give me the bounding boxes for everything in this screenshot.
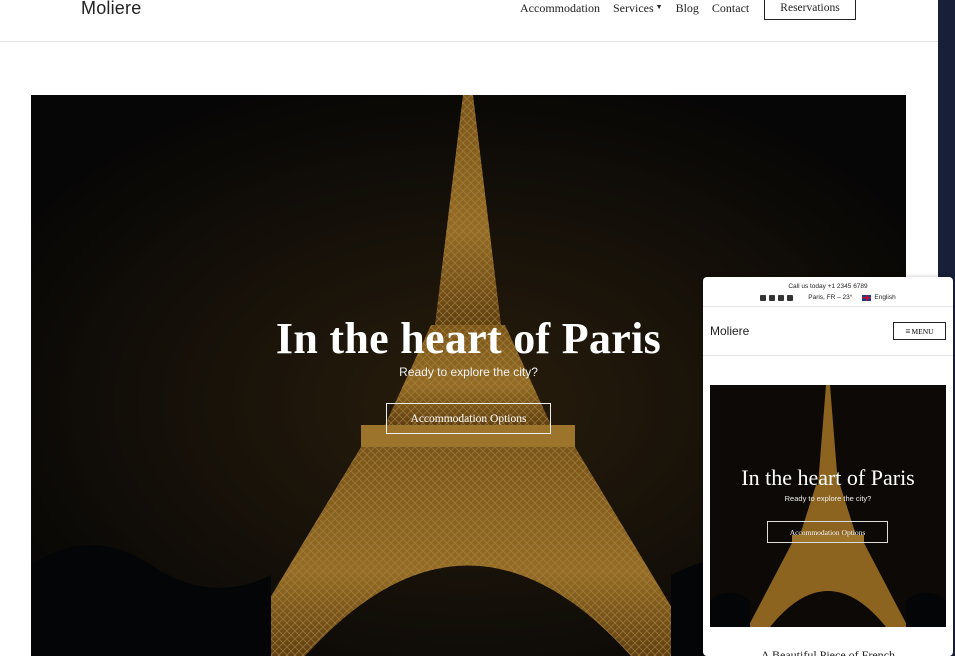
mobile-info-row: Paris, FR – 23° English xyxy=(703,294,953,301)
chevron-down-icon: ▼ xyxy=(655,3,663,11)
twitter-icon[interactable] xyxy=(769,294,776,301)
mobile-menu-label: MENU xyxy=(911,326,934,336)
mobile-social-links xyxy=(760,294,796,301)
mobile-menu-button[interactable]: ≡ MENU xyxy=(893,322,946,340)
mobile-preview: Call us today +1 2345 6789 Paris, FR – 2… xyxy=(703,277,953,656)
nav-contact[interactable]: Contact xyxy=(712,1,749,16)
site-logo[interactable]: Moliere xyxy=(81,0,141,19)
hamburger-icon: ≡ xyxy=(905,326,911,336)
mobile-hero-subtitle: Ready to explore the city? xyxy=(784,494,872,503)
mobile-header: Moliere ≡ MENU xyxy=(703,308,953,356)
nav-services[interactable]: Services ▼ xyxy=(613,1,663,16)
uk-flag-icon xyxy=(862,294,872,301)
mobile-topbar: Call us today +1 2345 6789 Paris, FR – 2… xyxy=(703,277,953,307)
mobile-hero-title: In the heart of Paris xyxy=(741,465,915,490)
nav-services-label: Services xyxy=(612,1,654,15)
mobile-logo[interactable]: Moliere xyxy=(710,324,749,338)
nav-blog[interactable]: Blog xyxy=(676,1,699,16)
main-nav: Accommodation Services ▼ Blog Contact xyxy=(520,1,762,16)
mobile-call-text[interactable]: Call us today +1 2345 6789 xyxy=(703,283,953,290)
mobile-accommodation-button[interactable]: Accommodation Options xyxy=(767,521,888,543)
nav-accommodation[interactable]: Accommodation xyxy=(520,1,600,16)
reservations-button[interactable]: Reservations xyxy=(764,0,856,20)
instagram-icon[interactable] xyxy=(778,294,785,301)
mobile-hero-overlay xyxy=(710,385,946,627)
mobile-hero: In the heart of Paris Ready to explore t… xyxy=(710,385,946,627)
mobile-section-heading: A Beautiful Piece of French xyxy=(761,648,895,656)
youtube-icon[interactable] xyxy=(787,294,794,301)
mobile-language[interactable]: English xyxy=(874,294,895,301)
site-header: Moliere Accommodation Services ▼ Blog Con… xyxy=(0,0,938,42)
facebook-icon[interactable] xyxy=(760,294,767,301)
accommodation-options-button[interactable]: Accommodation Options xyxy=(386,403,551,434)
mobile-weather: Paris, FR – 23° xyxy=(808,294,853,301)
